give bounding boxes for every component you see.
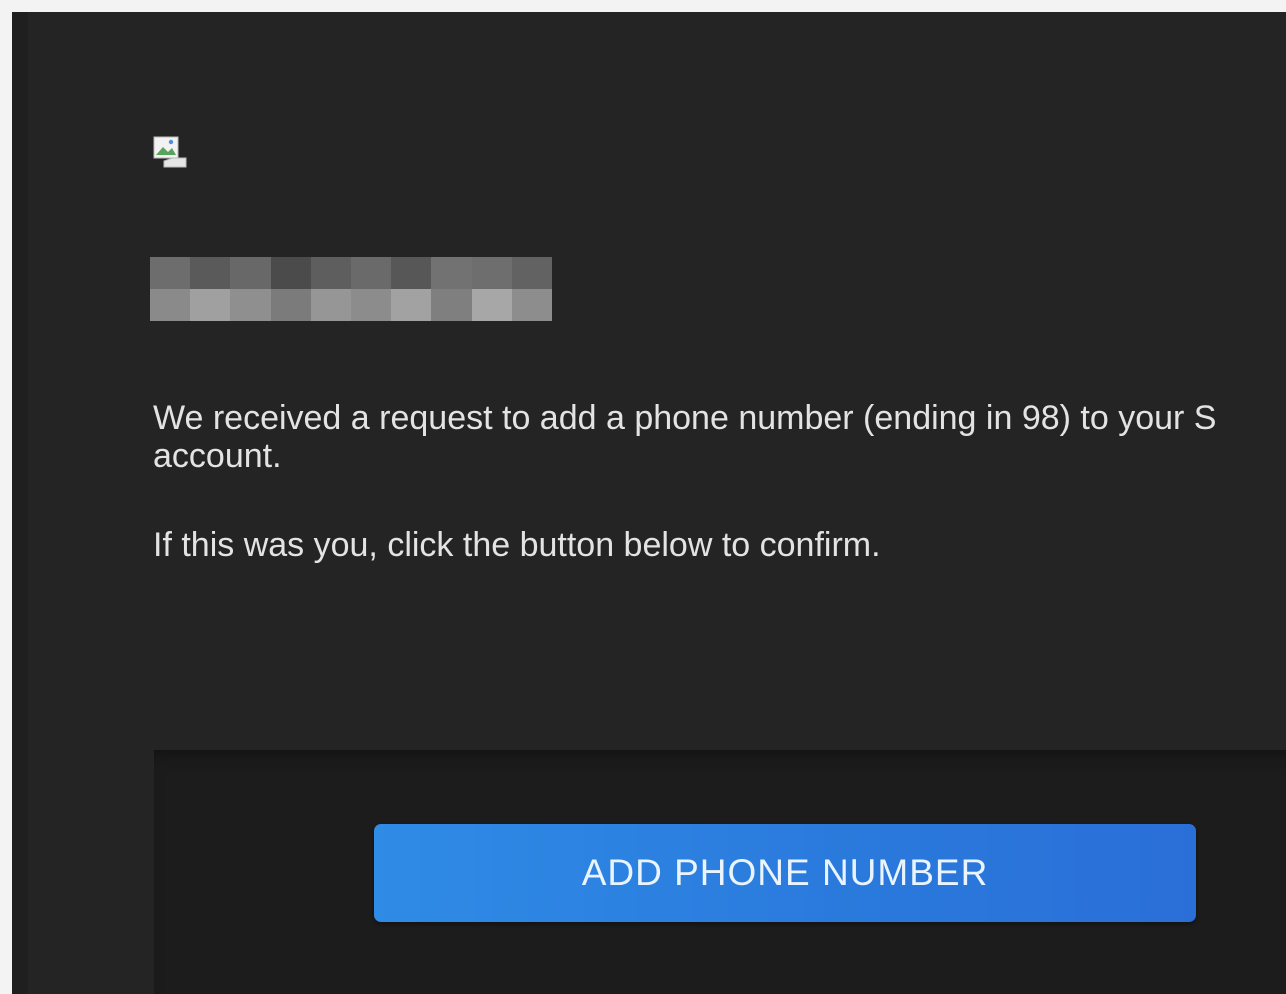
- cta-container: ADD PHONE NUMBER: [154, 750, 1286, 994]
- redacted-recipient-name: [150, 257, 552, 321]
- email-body: We received a request to add a phone num…: [28, 12, 1286, 994]
- message-line: account.: [153, 437, 282, 476]
- message-line: We received a request to add a phone num…: [153, 399, 1217, 437]
- add-phone-number-button[interactable]: ADD PHONE NUMBER: [374, 824, 1196, 922]
- email-message: We received a request to add a phone num…: [153, 396, 1286, 568]
- confirm-instruction: If this was you, click the button below …: [153, 526, 881, 565]
- broken-image-icon: [153, 136, 187, 168]
- email-frame: We received a request to add a phone num…: [12, 12, 1286, 994]
